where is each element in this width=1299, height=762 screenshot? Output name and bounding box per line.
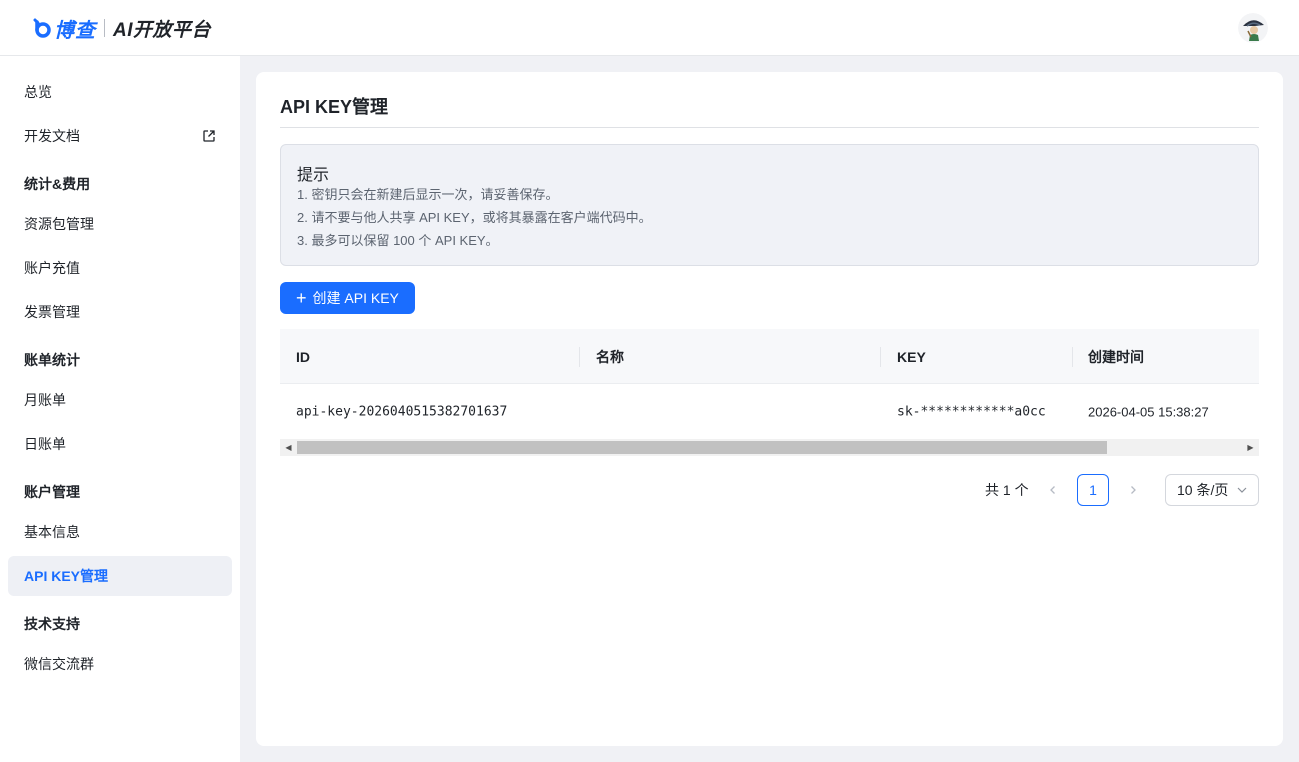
sidebar: 总览 开发文档 统计&费用 资源包管理 账户充值 发票管理 账单统计 月账单 日…	[0, 56, 240, 762]
chevron-left-icon	[1050, 486, 1055, 494]
sidebar-item-label: API KEY管理	[24, 568, 109, 584]
chevron-down-icon	[1237, 487, 1247, 493]
notice-line: 1. 密钥只会在新建后显示一次，请妥善保存。	[297, 187, 559, 202]
title-divider	[280, 127, 1259, 128]
sidebar-item-label: 开发文档	[24, 128, 80, 144]
sidebar-item-docs[interactable]: 开发文档	[8, 116, 232, 156]
notice-box: 提示 1. 密钥只会在新建后显示一次，请妥善保存。 2. 请不要与他人共享 AP…	[280, 144, 1259, 266]
horizontal-scrollbar[interactable]: ◀ ▶	[280, 439, 1259, 456]
cell-created-text: 2026-04-05 15:38:27	[1088, 404, 1209, 420]
notice-line: 3. 最多可以保留 100 个 API KEY。	[297, 233, 499, 248]
sidebar-item-resource-packages[interactable]: 资源包管理	[8, 204, 232, 244]
sidebar-item-label: 月账单	[24, 392, 66, 408]
sidebar-item-recharge[interactable]: 账户充值	[8, 248, 232, 288]
page-size-select[interactable]: 10 条/页	[1165, 474, 1259, 506]
sidebar-item-api-key-management[interactable]: API KEY管理	[8, 556, 232, 596]
sidebar-group-bills: 账单统计	[24, 352, 80, 368]
logo-divider	[104, 19, 105, 37]
column-header-key: KEY	[881, 329, 1073, 384]
chevron-right-icon	[1131, 486, 1136, 494]
external-link-icon	[203, 130, 215, 142]
column-header-label: 名称	[596, 348, 624, 365]
column-header-label: 创建时间	[1088, 348, 1144, 365]
avatar-image	[1238, 13, 1268, 43]
sidebar-group-support: 技术支持	[24, 616, 80, 632]
page-size-value: 10 条/页	[1177, 482, 1229, 498]
create-api-key-label: 创建 API KEY	[312, 290, 399, 306]
sidebar-item-label: 资源包管理	[24, 216, 94, 232]
column-header-id: ID	[280, 329, 580, 384]
sidebar-item-basic-info[interactable]: 基本信息	[8, 512, 232, 552]
sidebar-item-daily-bill[interactable]: 日账单	[8, 424, 232, 464]
prev-page-button[interactable]	[1037, 474, 1069, 506]
logo[interactable]: 博查 AI开放平台	[32, 14, 211, 42]
column-header-label: ID	[296, 348, 310, 365]
scrollbar-thumb[interactable]	[297, 441, 1107, 454]
sidebar-item-label: 微信交流群	[24, 656, 94, 672]
sidebar-item-wechat-group[interactable]: 微信交流群	[8, 644, 232, 684]
pagination-total: 共 1 个	[985, 482, 1029, 498]
column-header-name: 名称	[580, 329, 881, 384]
cell-key: sk-************a0cc	[881, 385, 1073, 439]
sidebar-item-label: 发票管理	[24, 304, 80, 320]
top-header: 博查 AI开放平台	[0, 0, 1299, 56]
page-number-button[interactable]: 1	[1077, 474, 1109, 506]
sidebar-item-monthly-bill[interactable]: 月账单	[8, 380, 232, 420]
page-title: API KEY管理	[280, 97, 389, 117]
cell-name	[580, 385, 881, 439]
sidebar-item-invoice[interactable]: 发票管理	[8, 292, 232, 332]
table-row[interactable]: api-key-2026040515382701637 sk-*********…	[280, 385, 1259, 439]
sidebar-group-stats: 统计&费用	[24, 176, 91, 192]
cell-id-text: api-key-2026040515382701637	[296, 404, 508, 420]
column-header-label: KEY	[897, 348, 926, 365]
sidebar-item-label: 总览	[24, 84, 52, 100]
platform-title: AI开放平台	[113, 19, 212, 41]
next-page-button[interactable]	[1117, 474, 1149, 506]
logo-brand: 博查	[54, 19, 96, 42]
notice-title: 提示	[297, 167, 330, 184]
sidebar-item-overview[interactable]: 总览	[8, 72, 232, 112]
sidebar-item-label: 账户充值	[24, 260, 80, 276]
cell-created: 2026-04-05 15:38:27	[1072, 385, 1259, 439]
create-api-key-button[interactable]: + 创建 API KEY	[280, 282, 415, 314]
user-avatar[interactable]	[1238, 13, 1268, 43]
notice-line: 2. 请不要与他人共享 API KEY，或将其暴露在客户端代码中。	[297, 210, 652, 225]
cell-id: api-key-2026040515382701637	[280, 385, 580, 439]
scroll-left-arrow-icon[interactable]: ◀	[280, 439, 297, 456]
column-header-created: 创建时间	[1072, 329, 1259, 384]
cell-key-text: sk-************a0cc	[897, 404, 1046, 420]
plus-icon: +	[296, 288, 307, 308]
sidebar-item-label: 基本信息	[24, 524, 80, 540]
table-header: ID 名称 KEY 创建时间	[280, 329, 1259, 384]
main-card: API KEY管理 提示 1. 密钥只会在新建后显示一次，请妥善保存。 2. 请…	[256, 72, 1283, 746]
sidebar-item-label: 日账单	[24, 436, 66, 452]
scroll-right-arrow-icon[interactable]: ▶	[1242, 439, 1259, 456]
logo-mark-icon	[33, 18, 51, 38]
sidebar-group-account: 账户管理	[24, 484, 80, 500]
